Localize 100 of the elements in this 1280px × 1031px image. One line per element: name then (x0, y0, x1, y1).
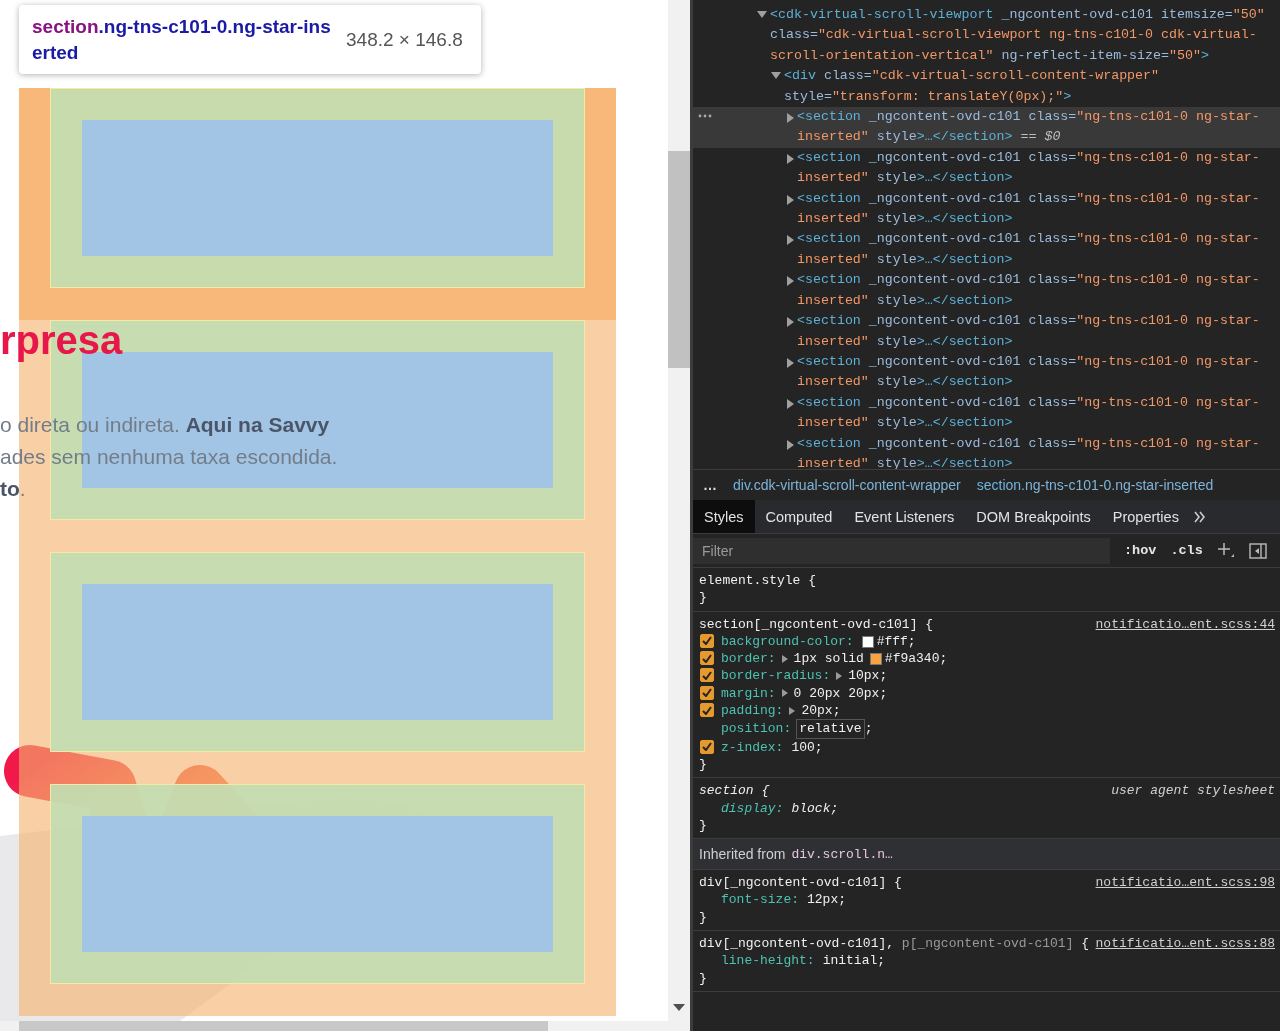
property-name[interactable]: font-size: (721, 891, 799, 909)
property-name[interactable]: border-radius: (721, 667, 831, 685)
expand-triangle-icon[interactable] (787, 317, 794, 328)
rule-close-brace: } (699, 589, 708, 607)
dom-node-text: <section _ngcontent-ovd-c101 class="ng-tns-c101-0 ng-star-inserted" style>…</section> (797, 148, 1261, 188)
collapse-triangle-icon[interactable] (757, 11, 767, 18)
expand-triangle-icon[interactable] (787, 439, 794, 450)
property-checkbox[interactable] (700, 739, 714, 754)
dom-node-text: <cdk-virtual-scroll-viewport _ngcontent-ovd-c101 itemsize="50" class="cdk-virtual-scroll-viewport ng-tns-c101-0 cdk-virtual-scroll-orientation-vertical" ng-reflect-item-size="50"> (770, 6, 1266, 65)
property-name[interactable]: position: (721, 720, 792, 738)
color-swatch[interactable] (869, 652, 882, 665)
collapse-triangle-icon[interactable] (771, 72, 781, 80)
vertical-scrollbar[interactable] (668, 0, 690, 1031)
dom-node-row[interactable]: <section _ngcontent-ovd-c101 class="ng-tns-c101-0 ng-star-inserted" style>…</section> (693, 311, 1280, 352)
rule-source-link[interactable]: notificatio…ent.scss:44 (1095, 615, 1275, 633)
semicolon: ; (864, 720, 873, 738)
rule-source-link[interactable]: notificatio…ent.scss:98 (1095, 874, 1275, 892)
property-value[interactable]: 20px; (801, 702, 841, 720)
stylesheet-origin-text: user agent stylesheet (1111, 782, 1275, 800)
dom-node-text: <section _ngcontent-ovd-c101 class="ng-tns-c101-0 ng-star-inserted" style>…</section> (797, 393, 1261, 433)
expand-triangle-icon[interactable] (781, 654, 788, 663)
more-tabs-icon[interactable] (1193, 510, 1206, 523)
inherited-selector[interactable]: div.scroll.n… (791, 845, 893, 863)
dom-node-row[interactable]: <section _ngcontent-ovd-c101 class="ng-tns-c101-0 ng-star-inserted" style>…</section> (693, 351, 1280, 393)
expand-triangle-icon[interactable] (787, 276, 794, 287)
property-value[interactable]: 12px; (807, 891, 847, 909)
rule-close-brace: } (699, 908, 708, 927)
panel-tab[interactable]: Event Listeners (843, 500, 966, 533)
dom-node-text: <section _ngcontent-ovd-c101 class="ng-tns-c101-0 ng-star-inserted" style>…</section> (797, 312, 1261, 351)
dom-node-text: <div class="cdk-virtual-scroll-content-wrapper" style="transform: translateY(0px);"> (784, 67, 1161, 106)
property-name[interactable]: margin: (721, 684, 776, 703)
breadcrumb-item[interactable]: … (703, 477, 717, 493)
scrollbar-thumb[interactable] (668, 151, 690, 368)
expand-triangle-icon[interactable] (781, 689, 788, 698)
breadcrumb-item[interactable]: section.ng-tns-c101-0.ng-star-inserted (976, 477, 1214, 493)
expand-triangle-icon[interactable] (787, 194, 794, 205)
dom-node-row[interactable]: <section _ngcontent-ovd-c101 class="ng-tns-c101-0 ng-star-inserted" style>…</section> (693, 188, 1280, 230)
dom-node-row[interactable]: <section _ngcontent-ovd-c101 class="ng-tns-c101-0 ng-star-inserted" style>…</section> (693, 147, 1280, 189)
dom-node-row[interactable]: <section _ngcontent-ovd-c101 class="ng-tns-c101-0 ng-star-inserted" style>…</section> (693, 229, 1280, 271)
property-value[interactable]: block; (791, 799, 839, 817)
rule-close-brace: } (699, 755, 708, 774)
dom-node-row[interactable]: <section _ngcontent-ovd-c101 class="ng-tns-c101-0 ng-star-inserted" style>…</section> (693, 433, 1280, 469)
dom-node-row[interactable]: <section _ngcontent-ovd-c101 class="ng-tns-c101-0 ng-star-inserted" style>…</section> == $0 (693, 107, 1280, 148)
dom-node-row[interactable]: <cdk-virtual-scroll-viewport _ngcontent-ovd-c101 itemsize="50" class="cdk-virtual-scroll-viewport ng-tns-c101-0 cdk-virtual-scroll-orientation-vertical" ng-reflect-item-size="50"> (693, 5, 1280, 67)
expand-triangle-icon[interactable] (789, 706, 796, 715)
property-checkbox[interactable] (700, 633, 714, 648)
property-name[interactable]: display: (721, 799, 784, 817)
rule-close-brace: } (699, 969, 708, 987)
expand-triangle-icon[interactable] (836, 672, 843, 681)
property-value[interactable]: initial; (822, 952, 886, 970)
expand-triangle-icon[interactable] (787, 113, 794, 124)
panel-tab[interactable]: DOM Breakpoints (965, 500, 1102, 533)
more-icon[interactable] (698, 114, 712, 119)
property-checkbox[interactable] (700, 668, 714, 683)
dom-node-text: <section _ngcontent-ovd-c101 class="ng-tns-c101-0 ng-star-inserted" style>…</section> == $0 (797, 108, 1261, 147)
tooltip-selector: section.ng-tns-c101-0.ng-star-inserted (32, 14, 332, 65)
dom-node-text: <section _ngcontent-ovd-c101 class="ng-tns-c101-0 ng-star-inserted" style>…</section> (797, 434, 1261, 469)
expand-triangle-icon[interactable] (787, 153, 794, 164)
rule-selector: element.style { (699, 572, 817, 590)
property-name[interactable]: border: (721, 650, 776, 668)
filter-toggle[interactable]: .cls (1170, 543, 1203, 558)
dom-node-row[interactable]: <div class="cdk-virtual-scroll-content-wrapper" style="transform: translateY(0px);"> (693, 66, 1280, 108)
filter-field[interactable]: Filter (693, 537, 1110, 564)
property-value[interactable]: #fff; (876, 632, 916, 651)
expand-triangle-icon[interactable] (787, 235, 794, 246)
expand-triangle-icon[interactable] (787, 357, 794, 368)
paragraph-line: to. (0, 476, 27, 502)
add-icon[interactable] (1216, 541, 1235, 560)
breadcrumb-item[interactable]: div.cdk-virtual-scroll-content-wrapper (733, 477, 961, 493)
dom-node-row[interactable]: <section _ngcontent-ovd-c101 class="ng-tns-c101-0 ng-star-inserted" style>…</section> (693, 392, 1280, 434)
dom-node-text: <section _ngcontent-ovd-c101 class="ng-tns-c101-0 ng-star-inserted" style>…</section> (797, 230, 1261, 269)
color-swatch[interactable] (861, 635, 874, 648)
panel-tab[interactable]: Computed (754, 500, 844, 533)
property-value[interactable]: #f9a340; (884, 650, 948, 668)
dom-node-row[interactable]: <section _ngcontent-ovd-c101 class="ng-tns-c101-0 ng-star-inserted" style>…</section> (693, 270, 1280, 312)
horizontal-scrollbar[interactable] (0, 1021, 668, 1031)
property-value[interactable]: 100; (791, 738, 823, 756)
property-value[interactable]: 0 20px 20px; (793, 684, 888, 703)
property-name[interactable]: background-color: (721, 632, 854, 651)
section-heading: rpresa (0, 317, 124, 364)
dom-node-text: <section _ngcontent-ovd-c101 class="ng-tns-c101-0 ng-star-inserted" style>…</section> (797, 352, 1261, 392)
property-checkbox[interactable] (700, 703, 714, 718)
dom-node-text: <section _ngcontent-ovd-c101 class="ng-tns-c101-0 ng-star-inserted" style>…</section> (797, 271, 1261, 310)
rule-close-brace: } (699, 816, 708, 835)
property-checkbox[interactable] (700, 685, 714, 700)
property-name[interactable]: padding: (721, 702, 784, 720)
property-name[interactable]: z-index: (721, 738, 784, 756)
filter-toggle[interactable]: :hov (1124, 543, 1157, 558)
expand-triangle-icon[interactable] (787, 398, 794, 409)
panel-tab[interactable]: Properties (1101, 500, 1190, 533)
panel-tab[interactable]: Styles (693, 500, 755, 533)
property-value[interactable]: 10px; (848, 667, 888, 685)
tooltip-size: 348.2 × 146.8 (346, 28, 463, 51)
property-name[interactable]: line-height: (721, 952, 815, 970)
property-checkbox[interactable] (700, 651, 714, 666)
rule-source-link[interactable]: notificatio…ent.scss:88 (1095, 935, 1275, 953)
property-value[interactable]: 1px solid (793, 650, 864, 668)
rule-selector: div[_ngcontent-ovd-c101], p[_ngcontent-ovd-c101] { (699, 935, 1090, 953)
sidebar-toggle-icon[interactable] (1248, 542, 1267, 559)
property-value-editor[interactable]: relative (796, 719, 865, 739)
